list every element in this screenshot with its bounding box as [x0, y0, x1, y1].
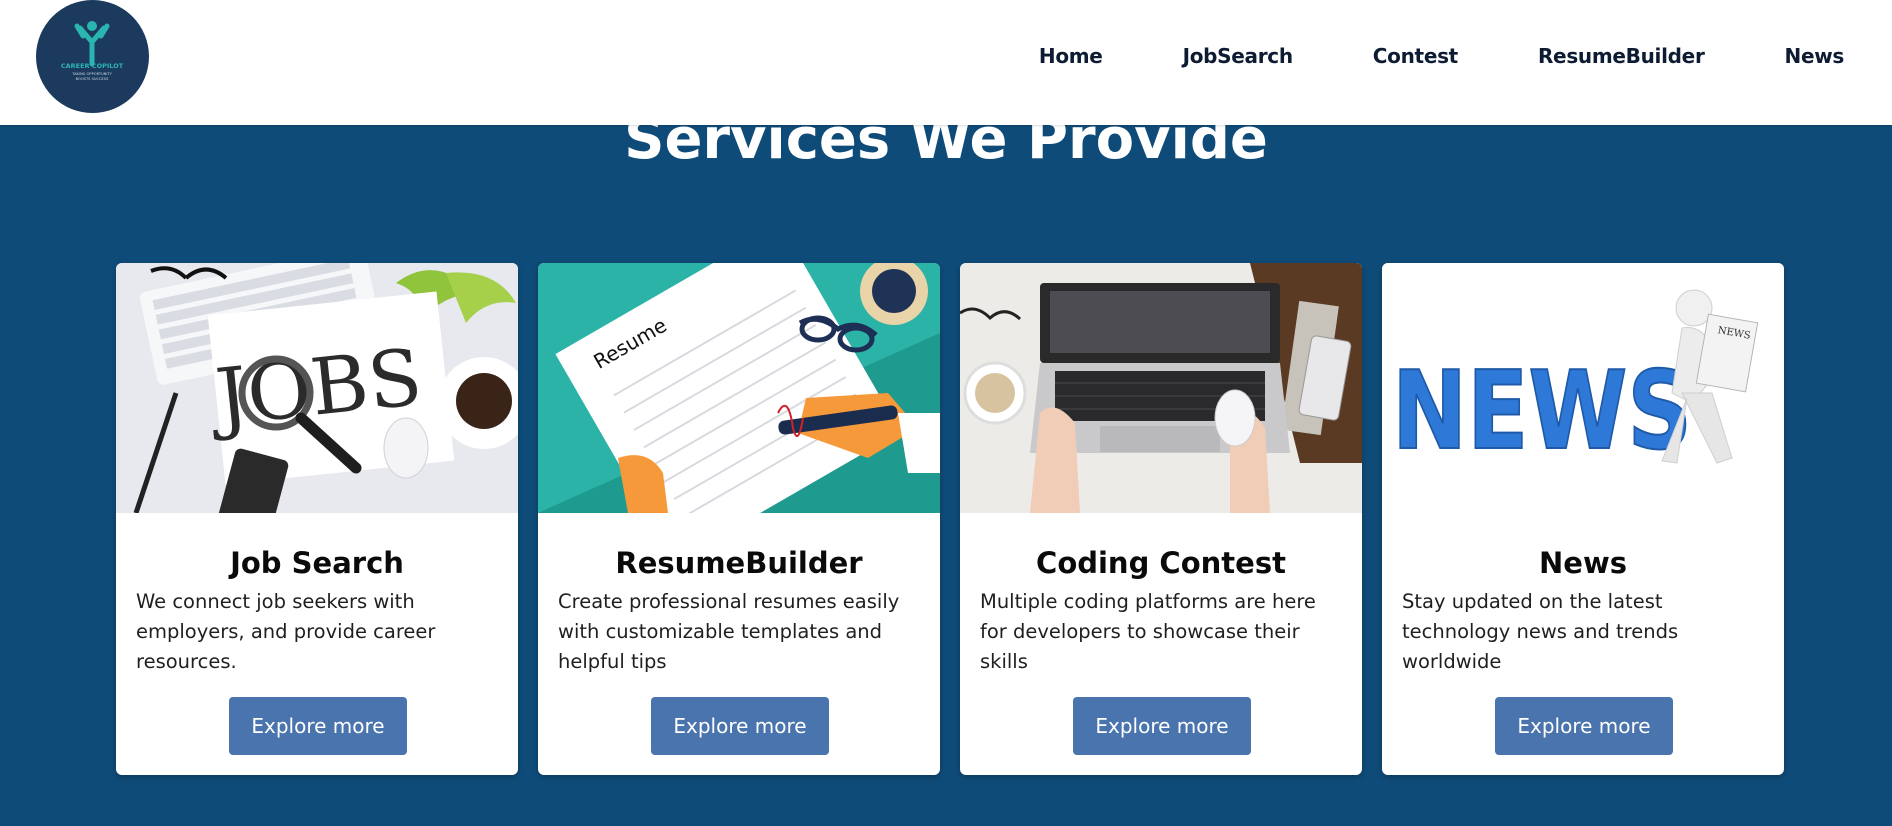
logo-emblem-icon: CAREER COPILOT TAKING OPPORTUNITY BOOSTS…: [61, 21, 124, 81]
card-description: Create professional resumes easily with …: [558, 590, 900, 673]
job-search-image: JOBS: [116, 263, 518, 513]
card-description: Stay updated on the latest technology ne…: [1402, 590, 1679, 673]
explore-more-button[interactable]: Explore more: [1495, 697, 1673, 755]
card-title: Coding Contest: [1036, 546, 1286, 580]
coding-contest-image: [960, 263, 1362, 513]
card-title: Job Search: [230, 546, 404, 580]
svg-text:TAKING OPPORTUNITY: TAKING OPPORTUNITY: [71, 72, 112, 76]
resume-builder-image: Resume: [538, 263, 940, 513]
explore-more-button[interactable]: Explore more: [1073, 697, 1251, 755]
svg-text:CAREER COPILOT: CAREER COPILOT: [61, 62, 124, 70]
card-description: We connect job seekers with employers, a…: [136, 590, 436, 673]
explore-more-button[interactable]: Explore more: [229, 697, 407, 755]
card-coding-contest: Coding Contest Multiple coding platforms…: [960, 263, 1362, 775]
career-copilot-logo[interactable]: CAREER COPILOT TAKING OPPORTUNITY BOOSTS…: [36, 0, 149, 113]
card-description: Multiple coding platforms are here for d…: [980, 590, 1316, 673]
explore-more-button[interactable]: Explore more: [651, 697, 829, 755]
main-nav: Home JobSearch Contest ResumeBuilder New…: [1039, 44, 1844, 68]
nav-resumebuilder[interactable]: ResumeBuilder: [1538, 44, 1705, 68]
card-job-search: JOBS Job Search We connect job seekers w…: [116, 263, 518, 775]
nav-contest[interactable]: Contest: [1373, 44, 1458, 68]
nav-news[interactable]: News: [1785, 44, 1845, 68]
card-title: News: [1539, 546, 1627, 580]
news-3d-word: NEWS: [1392, 349, 1692, 474]
navbar: CAREER COPILOT TAKING OPPORTUNITY BOOSTS…: [0, 0, 1892, 125]
news-image: NEWS NEWS: [1382, 263, 1784, 513]
card-news: NEWS NEWS News Stay updated on the lates…: [1382, 263, 1784, 775]
nav-home[interactable]: Home: [1039, 44, 1103, 68]
card-resumebuilder: Resume ResumeBuilder Create professional…: [538, 263, 940, 775]
card-title: ResumeBuilder: [615, 546, 863, 580]
svg-text:BOOSTS SUCCESS: BOOSTS SUCCESS: [76, 77, 109, 81]
nav-jobsearch[interactable]: JobSearch: [1183, 44, 1294, 68]
